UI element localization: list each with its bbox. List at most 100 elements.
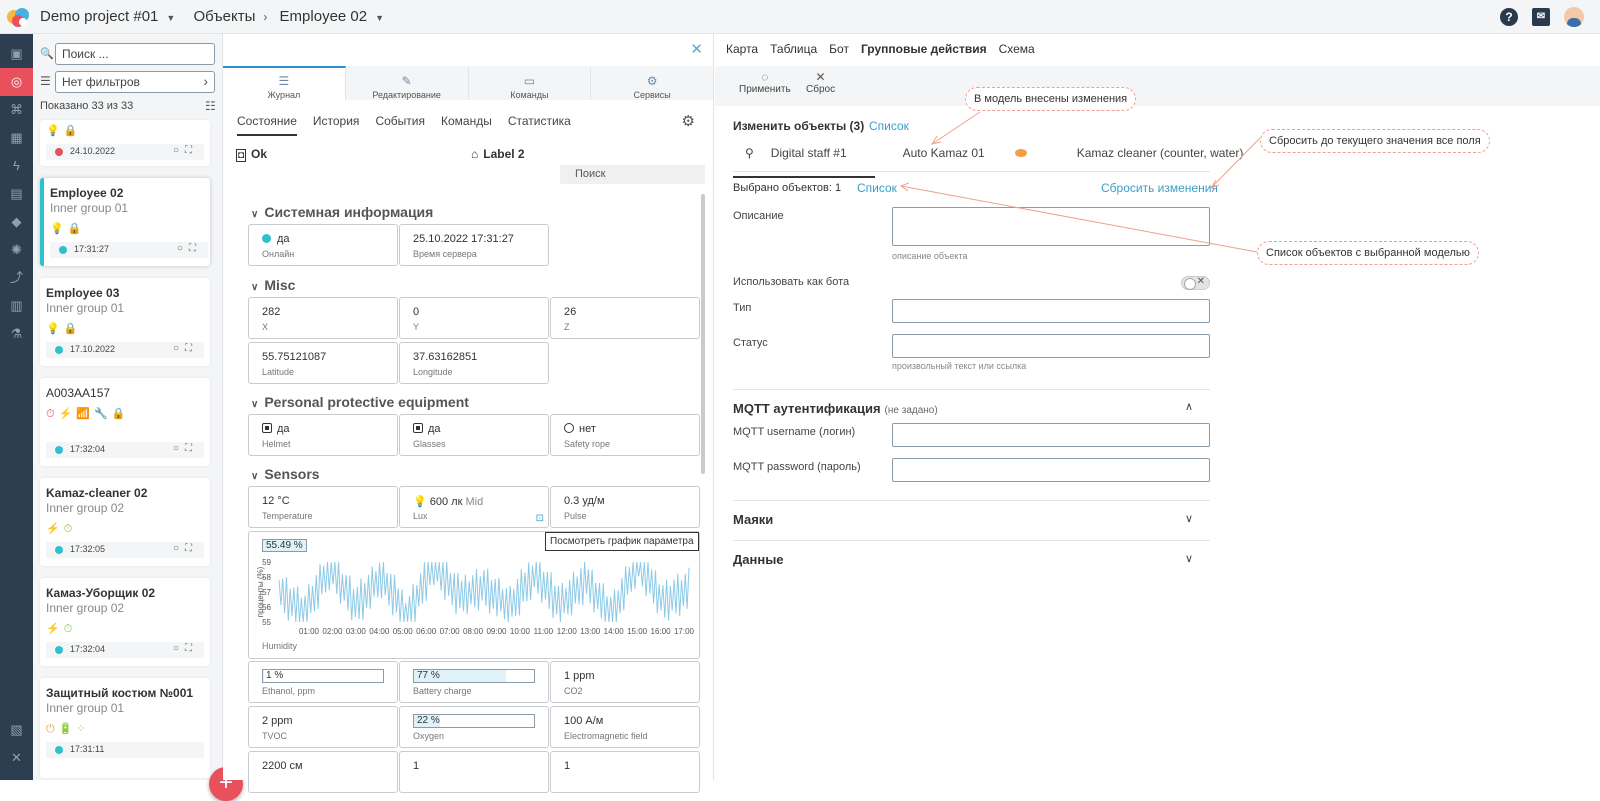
reset-changes-link[interactable]: Сбросить изменения	[1101, 181, 1218, 195]
calendar-icon[interactable]: ▦	[0, 124, 33, 152]
subtab-commands[interactable]: Команды	[441, 114, 492, 134]
param-tvoc: 2 ppm TVOC	[248, 706, 398, 748]
close-icon[interactable]: ✕	[690, 40, 703, 58]
beacons-section[interactable]: Маяки	[733, 512, 773, 527]
filter-select[interactable]: Нет фильтров ›	[55, 71, 215, 93]
lightning-icon[interactable]: ϟ	[0, 152, 33, 180]
hierarchy-icon[interactable]: ⌘	[0, 96, 33, 124]
chevron-down-icon: ∨	[251, 399, 259, 410]
subtab-state[interactable]: Состояние	[237, 114, 297, 136]
report-icon[interactable]: ▧	[0, 716, 33, 744]
clipboard-icon[interactable]: ▤	[0, 180, 33, 208]
network-icon[interactable]: ✺	[0, 236, 33, 264]
locate-icon[interactable]: ○⛶	[173, 543, 198, 554]
param-label: Helmet	[262, 439, 291, 449]
locate-icon[interactable]: ○⛶	[173, 343, 198, 354]
status-time: 24.10.2022	[70, 146, 116, 156]
cube-icon[interactable]: ▣	[0, 40, 33, 68]
tab-commands[interactable]: ▭ Команды	[469, 66, 592, 100]
list-item[interactable]: Kamaz-cleaner 02 Inner group 02 ⚡⏱ 17:32…	[40, 478, 210, 566]
param-label: Electromagnetic field	[564, 731, 648, 741]
tab-map[interactable]: Карта	[726, 42, 758, 56]
description-field[interactable]	[892, 207, 1210, 246]
chevron-up-icon[interactable]: ∧	[1185, 400, 1193, 413]
mail-icon[interactable]: ✉	[1532, 8, 1550, 26]
subtab-statistics[interactable]: Статистика	[508, 114, 571, 134]
data-section[interactable]: Данные	[733, 552, 784, 567]
list-item[interactable]: Employee 03 Inner group 01 💡🔒 17.10.2022…	[40, 278, 210, 366]
param-value: 282	[262, 306, 281, 318]
locate-icon[interactable]: ○⛶	[173, 643, 198, 654]
section-title: Sensors	[264, 466, 320, 482]
app-logo[interactable]	[5, 5, 31, 29]
type-field[interactable]	[892, 299, 1210, 323]
mqtt-user-field[interactable]	[892, 423, 1210, 447]
settings-sliders-icon[interactable]: ☷	[205, 99, 216, 113]
subtab-events[interactable]: События	[375, 114, 425, 134]
tools-icon[interactable]: ✕	[0, 744, 33, 772]
breadcrumb-current[interactable]: Employee 02	[280, 8, 368, 25]
change-title: Изменить объекты (3)	[733, 119, 865, 133]
chevron-down-icon[interactable]: ∨	[1185, 512, 1193, 525]
divider	[733, 540, 1210, 541]
gear-icon[interactable]: ⚙	[682, 112, 695, 130]
tab-scheme[interactable]: Схема	[999, 42, 1035, 56]
list-item[interactable]: Камаз-Уборщик 02 Inner group 02 ⚡⏱ 17:32…	[40, 578, 210, 666]
search-input[interactable]: Поиск ...	[55, 43, 215, 65]
param-em-field: 100 А/м Electromagnetic field	[550, 706, 700, 748]
chart-icon[interactable]: ⊡	[536, 513, 544, 524]
route-icon[interactable]: ⤴	[0, 264, 33, 292]
locate-icon[interactable]: ○⛶	[173, 145, 198, 156]
status-field[interactable]	[892, 334, 1210, 358]
y-tick-label: 59	[262, 558, 271, 567]
x-tick-label: 08:00	[463, 627, 484, 636]
x-tick-label: 01:00	[299, 627, 320, 636]
tab-table[interactable]: Таблица	[770, 42, 817, 56]
param-value: 12 °C	[262, 495, 290, 507]
tab-services[interactable]: ⚙ Сервисы	[591, 66, 714, 100]
mqtt-section[interactable]: MQTT аутентификация (не задано)	[733, 401, 938, 416]
tab-bot[interactable]: Бот	[829, 42, 849, 56]
ok-label: Ok	[251, 147, 268, 161]
list-link[interactable]: Список	[869, 119, 909, 133]
scrollbar[interactable]	[701, 194, 705, 474]
apply-label: Применить	[739, 84, 791, 95]
subtab-history[interactable]: История	[313, 114, 360, 134]
chevron-down-icon[interactable]: ∨	[1185, 552, 1193, 565]
param-search-input[interactable]: Поиск	[560, 165, 705, 184]
help-icon[interactable]: ?	[1500, 8, 1518, 26]
param-label: Ethanol, ppm	[262, 686, 316, 696]
project-name[interactable]: Demo project #01	[40, 8, 158, 25]
flask-icon[interactable]: ⚗	[0, 320, 33, 348]
tab-journal[interactable]: ☰ Журнал	[223, 66, 346, 100]
chevron-right-icon: ›	[263, 10, 268, 24]
param-glasses: да Glasses	[399, 414, 549, 456]
chevron-down-icon[interactable]: ▼	[166, 13, 175, 23]
tag-icon[interactable]: ◆	[0, 208, 33, 236]
param-label: Y	[413, 322, 420, 332]
reset-button[interactable]: ✕ Сброс	[806, 70, 835, 95]
section-ppe[interactable]: ∨ Personal protective equipment	[251, 394, 469, 410]
list-item[interactable]: 💡🔒 24.10.2022 ○⛶	[40, 120, 210, 166]
mqtt-pass-field[interactable]	[892, 458, 1210, 482]
locate-icon[interactable]: ○⛶	[177, 243, 202, 254]
document-icon[interactable]: ▥	[0, 292, 33, 320]
bot-toggle[interactable]: ✕	[1181, 276, 1210, 290]
tab-group-actions[interactable]: Групповые действия	[861, 42, 987, 56]
locate-icon[interactable]: ○⛶	[173, 443, 198, 454]
section-system[interactable]: ∨ Системная информация	[251, 204, 433, 220]
section-misc[interactable]: ∨ Misc	[251, 277, 295, 293]
section-sensors[interactable]: ∨ Sensors	[251, 466, 320, 482]
object-tab[interactable]: ⚲ Digital staff #1	[733, 146, 875, 178]
chevron-down-icon[interactable]: ▼	[375, 13, 384, 23]
x-tick-label: 02:00	[322, 627, 343, 636]
apply-button[interactable]: ◌ Применить	[739, 70, 791, 95]
tab-edit[interactable]: ✎ Редактирование	[346, 66, 469, 100]
breadcrumb-objects[interactable]: Объекты	[194, 8, 256, 25]
selected-list-link[interactable]: Список	[857, 181, 897, 195]
list-item[interactable]: Защитный костюм №001 Inner group 01 ⏻🔋⁘ …	[40, 678, 210, 778]
list-item[interactable]: Employee 02 Inner group 01 💡🔒 17:31:27 ○⛶	[40, 178, 210, 266]
objects-icon[interactable]: ◎	[0, 68, 33, 96]
avatar[interactable]	[1564, 7, 1584, 27]
list-item[interactable]: A003AA157 ⏱⚡📶🔧🔒 17:32:04 ○⛶	[40, 378, 210, 466]
